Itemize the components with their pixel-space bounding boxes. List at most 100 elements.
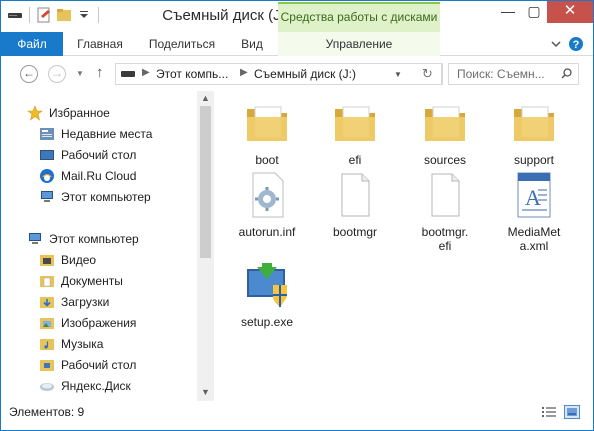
svg-text:?: ? <box>573 39 580 51</box>
star-icon <box>27 105 43 121</box>
file-item-mediameta[interactable]: A MediaMeta.xml <box>495 171 573 253</box>
desktop-icon <box>39 147 55 163</box>
tree-label: Музыка <box>61 337 104 351</box>
file-name: efi <box>348 153 362 167</box>
close-button[interactable]: ✕ <box>547 1 593 23</box>
back-button[interactable]: ← <box>20 65 38 83</box>
file-item-bootmgr[interactable]: bootmgr <box>316 171 394 239</box>
file-name: boot <box>255 153 279 167</box>
scroll-down-arrow-icon[interactable]: ▼ <box>197 387 214 397</box>
tree-recent-places[interactable]: Недавние места <box>39 124 152 144</box>
file-name: setup.exe <box>240 315 294 329</box>
refresh-button[interactable]: ↻ <box>413 63 443 85</box>
tree-desktop[interactable]: Рабочий стол <box>39 355 136 375</box>
search-box[interactable] <box>448 63 579 85</box>
tab-home[interactable]: Главная <box>67 32 133 56</box>
tree-label: Яндекс.Диск <box>61 379 131 393</box>
tree-yandex-disk[interactable]: Яндекс.Диск <box>39 376 131 396</box>
tab-view[interactable]: Вид <box>229 32 275 56</box>
setup-icon <box>243 261 291 309</box>
tree-label: Этот компьютер <box>61 190 151 204</box>
scroll-up-arrow-icon[interactable]: ▲ <box>197 93 214 103</box>
file-item-boot[interactable]: boot <box>228 99 306 167</box>
tree-this-pc[interactable]: Этот компьютер <box>27 229 139 249</box>
title-bar: Съемный диск (J:) Средства работы с диск… <box>1 1 593 32</box>
tree-music[interactable]: Музыка <box>39 334 103 354</box>
breadcrumb-chevron-icon[interactable]: ▶ <box>142 67 150 78</box>
minimize-button[interactable]: — <box>495 1 521 23</box>
file-item-autorun[interactable]: autorun.inf <box>228 171 306 239</box>
search-icon[interactable] <box>561 68 572 79</box>
breadcrumb-removable-disk[interactable]: Съемный диск (J:) <box>254 67 356 81</box>
expand-ribbon-icon[interactable] <box>548 36 564 52</box>
tree-label: Mail.Ru Cloud <box>61 169 137 183</box>
breadcrumb-chevron-icon[interactable]: ▶ <box>240 67 248 78</box>
address-toolbar: ← → ▼ ↑ ▶ Этот компь... ▶ Съемный диск (… <box>1 56 593 91</box>
up-button[interactable]: ↑ <box>96 64 104 81</box>
settings-file-icon <box>243 171 291 219</box>
desktop-folder-icon <box>39 357 55 373</box>
status-bar: Элементов: 9 <box>1 401 593 430</box>
recent-locations-dropdown[interactable]: ▼ <box>76 69 84 78</box>
file-item-setup[interactable]: setup.exe <box>228 261 306 329</box>
navigation-scrollbar[interactable]: ▲ ▼ <box>197 91 214 401</box>
navigation-pane: Избранное Недавние места Рабочий стол Ma… <box>1 91 213 401</box>
address-bar[interactable]: ▶ Этот компь... ▶ Съемный диск (J:) ▼ <box>115 63 442 85</box>
folder-icon <box>243 99 291 147</box>
computer-icon <box>27 231 43 247</box>
file-list: boot efi sources support autorun.inf boo… <box>214 91 593 401</box>
breadcrumb-this-pc[interactable]: Этот компь... <box>156 67 228 81</box>
folder-icon <box>331 99 379 147</box>
file-item-efi[interactable]: efi <box>316 99 394 167</box>
file-item-sources[interactable]: sources <box>406 99 484 167</box>
tree-desktop-favorite[interactable]: Рабочий стол <box>39 145 136 165</box>
file-name: support <box>513 153 555 167</box>
forward-button[interactable]: → <box>48 65 66 83</box>
tree-pictures[interactable]: Изображения <box>39 313 136 333</box>
tree-label: Рабочий стол <box>61 358 137 372</box>
tree-documents[interactable]: Документы <box>39 271 123 291</box>
context-tab-group-label: Средства работы с дисками <box>278 2 440 32</box>
tree-favorites[interactable]: Избранное <box>27 103 110 123</box>
maximize-button[interactable]: ▢ <box>521 1 547 23</box>
file-name: sources <box>423 153 467 167</box>
details-view-icon[interactable] <box>542 406 556 418</box>
tree-label: Загрузки <box>61 295 110 309</box>
items-count: Элементов: 9 <box>9 405 85 419</box>
file-name: bootmgr.efi <box>421 225 469 253</box>
videos-folder-icon <box>39 252 55 268</box>
tab-file[interactable]: Файл <box>1 32 63 56</box>
tree-mailru-cloud[interactable]: Mail.Ru Cloud <box>39 166 136 186</box>
tree-videos[interactable]: Видео <box>39 250 96 270</box>
tree-label: Рабочий стол <box>61 148 137 162</box>
file-name: bootmgr <box>332 225 378 239</box>
tree-label: Избранное <box>49 106 110 120</box>
tree-label: Изображения <box>61 316 137 330</box>
help-icon[interactable]: ? <box>568 36 584 52</box>
folder-icon <box>510 99 558 147</box>
scroll-thumb[interactable] <box>200 106 211 258</box>
pictures-folder-icon <box>39 315 55 331</box>
yandex-disk-icon <box>39 378 55 394</box>
tab-manage[interactable]: Управление <box>278 32 440 56</box>
tree-label: Видео <box>61 253 97 267</box>
tree-label: Этот компьютер <box>49 232 139 246</box>
xml-file-icon: A <box>510 171 558 219</box>
recent-places-icon <box>39 126 55 142</box>
tab-share[interactable]: Поделиться <box>139 32 225 56</box>
tree-this-pc-favorite[interactable]: Этот компьютер <box>39 187 151 207</box>
computer-icon <box>39 189 55 205</box>
blank-file-icon <box>421 171 469 219</box>
blank-file-icon <box>331 171 379 219</box>
search-input[interactable] <box>449 64 559 84</box>
mailru-cloud-icon <box>39 168 55 184</box>
tree-label: Недавние места <box>61 127 153 141</box>
large-icons-view-icon[interactable] <box>564 405 580 419</box>
file-item-support[interactable]: support <box>495 99 573 167</box>
folder-icon <box>421 99 469 147</box>
address-dropdown-icon[interactable]: ▼ <box>394 70 402 79</box>
file-item-bootmgr-efi[interactable]: bootmgr.efi <box>406 171 484 253</box>
tree-downloads[interactable]: Загрузки <box>39 292 109 312</box>
music-folder-icon <box>39 336 55 352</box>
file-name: autorun.inf <box>238 225 296 239</box>
